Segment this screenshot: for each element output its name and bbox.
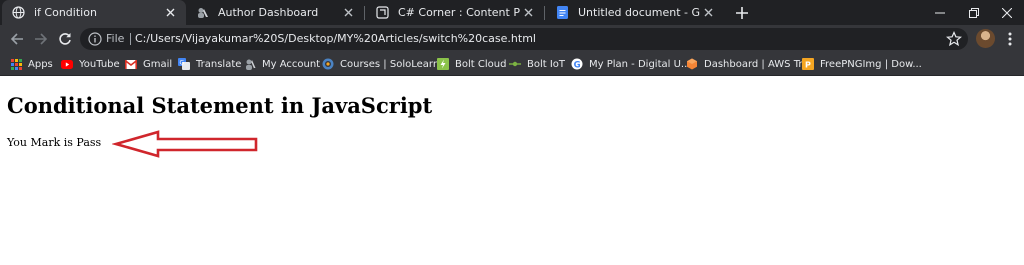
forward-button[interactable] xyxy=(33,31,49,47)
bookmark-bolt-iot[interactable]: Bolt IoT xyxy=(509,53,565,75)
bookmarks-bar: Apps YouTube Gmail G Translate My Accoun… xyxy=(0,53,1024,76)
bookmark-label: FreePNGImg | Dow... xyxy=(820,58,922,70)
minimize-button[interactable] xyxy=(923,0,957,25)
svg-text:P: P xyxy=(805,61,811,70)
back-button[interactable] xyxy=(9,31,25,47)
globe-icon xyxy=(12,6,25,19)
bookmark-freepngimg[interactable]: P FreePNGImg | Dow... xyxy=(802,53,922,75)
gmail-icon xyxy=(125,58,137,70)
my-account-icon xyxy=(244,58,256,70)
tab-separator xyxy=(364,6,365,20)
youtube-icon xyxy=(61,58,73,70)
bookmark-sololearn[interactable]: Courses | SoloLearn... xyxy=(322,53,449,75)
close-icon xyxy=(1002,7,1012,18)
page-viewport: Conditional Statement in JavaScript You … xyxy=(0,77,1024,265)
minimize-icon xyxy=(935,12,945,13)
bolt-iot-icon xyxy=(509,58,521,70)
bookmark-label: Gmail xyxy=(143,58,173,70)
restore-icon xyxy=(969,7,979,18)
bookmark-aws-dashboard[interactable]: Dashboard | AWS Tr... xyxy=(686,53,811,75)
bookmark-label: Bolt Cloud xyxy=(455,58,507,70)
tab-title: Author Dashboard xyxy=(218,6,319,19)
bolt-cloud-icon xyxy=(437,58,449,70)
bookmark-label: Bolt IoT xyxy=(527,58,566,70)
restore-button[interactable] xyxy=(957,0,991,25)
tab-csharp-corner[interactable]: C# Corner : Content Publisher xyxy=(366,0,544,25)
csharpcorner-icon xyxy=(376,6,389,19)
close-tab-icon[interactable] xyxy=(700,5,716,21)
bookmark-bolt-cloud[interactable]: Bolt Cloud xyxy=(437,53,506,75)
bookmark-label: Apps xyxy=(28,58,53,70)
reload-icon xyxy=(59,33,71,45)
svg-text:G: G xyxy=(180,60,185,67)
aws-icon xyxy=(686,58,698,70)
plus-icon xyxy=(735,6,748,19)
bookmark-label: My Account xyxy=(262,58,321,70)
tab-separator xyxy=(544,6,545,20)
close-tab-icon[interactable] xyxy=(340,5,356,21)
browser-toolbar: File C:/Users/Vijayakumar%20S/Desktop/MY… xyxy=(0,25,1024,53)
forward-arrow-icon xyxy=(35,33,48,45)
reload-button[interactable] xyxy=(57,31,73,47)
bookmark-label: Courses | SoloLearn... xyxy=(340,58,449,70)
scheme-label: File xyxy=(106,32,125,45)
apps-grid-icon xyxy=(10,58,22,70)
svg-text:G: G xyxy=(574,60,581,70)
close-window-button[interactable] xyxy=(990,0,1024,25)
author-dashboard-icon xyxy=(196,6,209,19)
result-text: You Mark is Pass xyxy=(7,136,102,149)
back-arrow-icon xyxy=(10,33,23,45)
more-options-icon[interactable] xyxy=(1003,31,1017,47)
google-docs-icon xyxy=(556,6,569,19)
info-icon[interactable] xyxy=(88,32,102,46)
bookmark-apps[interactable]: Apps xyxy=(10,53,53,75)
bookmark-youtube[interactable]: YouTube xyxy=(61,53,120,75)
address-divider xyxy=(130,33,131,45)
google-icon: G xyxy=(571,58,583,70)
address-bar[interactable]: File C:/Users/Vijayakumar%20S/Desktop/MY… xyxy=(80,28,968,50)
tab-title: Untitled document - Google Doc xyxy=(578,6,700,19)
new-tab-button[interactable] xyxy=(733,4,750,21)
sololearn-icon xyxy=(322,58,334,70)
tab-strip: if Condition Author Dashboard C# Corner … xyxy=(0,0,1024,25)
bookmark-label: Dashboard | AWS Tr... xyxy=(704,58,812,70)
tab-if-condition[interactable]: if Condition xyxy=(2,0,186,25)
url-text[interactable]: C:/Users/Vijayakumar%20S/Desktop/MY%20Ar… xyxy=(135,32,536,45)
bookmark-label: YouTube xyxy=(79,58,120,70)
close-tab-icon[interactable] xyxy=(162,5,178,21)
tab-title: if Condition xyxy=(34,6,97,19)
bookmark-star-icon[interactable] xyxy=(946,31,962,47)
page-heading: Conditional Statement in JavaScript xyxy=(7,93,433,118)
bookmark-my-account[interactable]: My Account xyxy=(244,53,320,75)
bookmark-label: Translate xyxy=(196,58,242,70)
bookmark-label: My Plan - Digital U... xyxy=(589,58,691,70)
bookmark-translate[interactable]: G Translate xyxy=(178,53,241,75)
bookmark-my-plan[interactable]: G My Plan - Digital U... xyxy=(571,53,690,75)
bookmark-gmail[interactable]: Gmail xyxy=(125,53,172,75)
close-tab-icon[interactable] xyxy=(520,5,536,21)
translate-icon: G xyxy=(178,58,190,70)
tab-google-docs[interactable]: Untitled document - Google Doc xyxy=(546,0,724,25)
profile-avatar[interactable] xyxy=(976,29,995,48)
freepngimg-icon: P xyxy=(802,58,814,70)
tab-title: C# Corner : Content Publisher xyxy=(398,6,520,19)
annotation-arrow-icon xyxy=(112,130,258,158)
tab-author-dashboard[interactable]: Author Dashboard xyxy=(186,0,364,25)
